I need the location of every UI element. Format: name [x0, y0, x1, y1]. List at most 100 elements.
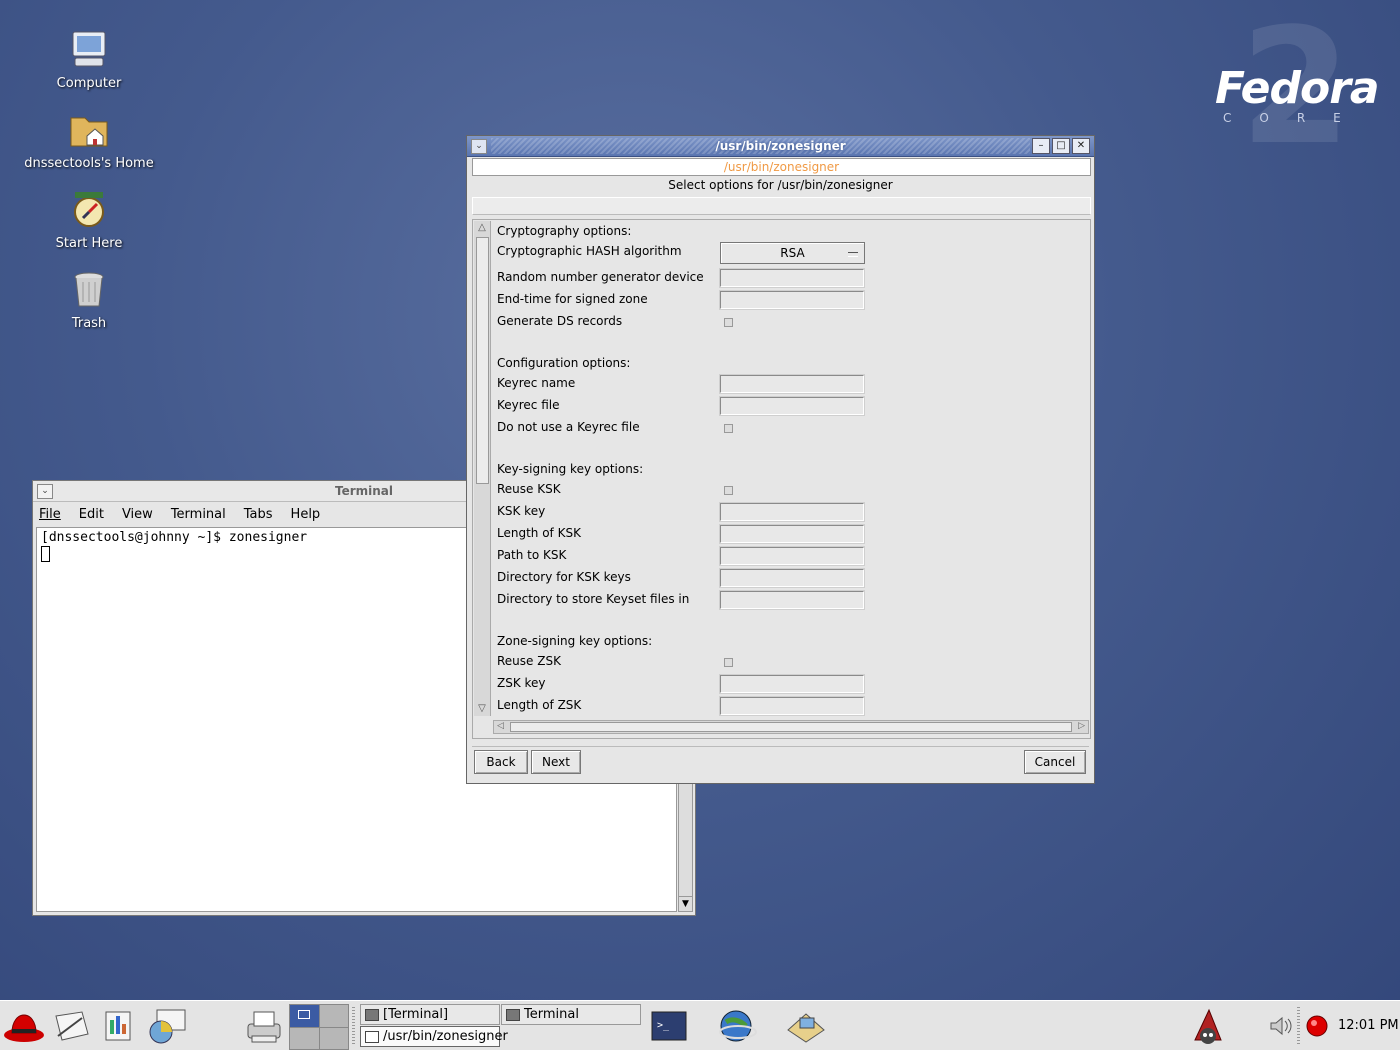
menu-view[interactable]: View [122, 507, 153, 522]
menu-terminal[interactable]: Terminal [171, 507, 226, 522]
reuse-ksk-label: Reuse KSK [497, 482, 561, 496]
workspace-2[interactable] [319, 1005, 348, 1027]
keyset-dir-input[interactable] [719, 590, 865, 610]
hash-algorithm-select[interactable]: RSA [720, 242, 865, 264]
endtime-input[interactable] [719, 290, 865, 310]
reuse-ksk-checkbox[interactable] [724, 486, 733, 495]
gen-ds-checkbox[interactable] [724, 318, 733, 327]
window-icon [365, 1031, 379, 1043]
options-horizontal-scrollbar[interactable]: ◁ ▷ [493, 720, 1089, 734]
chevron-down-icon [848, 252, 858, 257]
desktop-icon-label: Trash [71, 316, 107, 331]
fedora-logo: 2 Fedora CORE [1215, 0, 1380, 180]
taskbar-item-zonesigner[interactable]: /usr/bin/zonesigner [360, 1026, 508, 1047]
no-keyrec-checkbox[interactable] [724, 424, 733, 433]
dialog-heading: Select options for /usr/bin/zonesigner [668, 178, 893, 192]
menu-help[interactable]: Help [291, 507, 321, 522]
zsk-key-label: ZSK key [497, 676, 546, 690]
menu-edit[interactable]: Edit [79, 507, 104, 522]
dialog-titlebar[interactable]: ⌄ /usr/bin/zonesigner – □ ✕ [467, 136, 1094, 157]
dialog-spacer [472, 197, 1091, 215]
hash-label: Cryptographic HASH algorithm [497, 244, 682, 258]
scroll-left-arrow-icon[interactable]: ◁ [497, 721, 504, 731]
taskbar-item-label: [Terminal] [383, 1007, 449, 1022]
workspace-switcher[interactable] [289, 1004, 349, 1050]
terminal-icon [506, 1009, 520, 1021]
bottom-panel: [Terminal] Terminal /usr/bin/zonesigner … [0, 1000, 1400, 1050]
minimize-icon[interactable]: – [1032, 138, 1050, 154]
ksk-key-input[interactable] [719, 502, 865, 522]
desktop-icon-computer[interactable]: Computer [9, 28, 169, 91]
scroll-thumb[interactable] [510, 722, 1072, 732]
terminal-launcher-icon[interactable]: >_ [650, 1006, 688, 1046]
taskbar-item-terminal-minimized[interactable]: [Terminal] [360, 1004, 500, 1025]
scroll-up-arrow-icon[interactable]: △ [474, 221, 490, 235]
workspace-4[interactable] [319, 1027, 348, 1049]
desktop-icon-label: Computer [56, 76, 122, 91]
keyrec-file-label: Keyrec file [497, 398, 560, 412]
desktop-icon-label: Start Here [55, 236, 123, 251]
zsk-length-label: Length of ZSK [497, 698, 582, 712]
workspace-1[interactable] [290, 1005, 319, 1027]
cancel-button[interactable]: Cancel [1024, 750, 1086, 774]
update-agent-icon[interactable] [1187, 1006, 1229, 1048]
endtime-label: End-time for signed zone [497, 292, 648, 306]
taskbar-item-label: Terminal [524, 1007, 579, 1022]
printer-icon[interactable] [244, 1006, 284, 1046]
ksk-dir-input[interactable] [719, 568, 865, 588]
presentation-icon[interactable] [145, 1006, 189, 1046]
menu-tabs[interactable]: Tabs [244, 507, 273, 522]
office-document-icon[interactable] [100, 1006, 138, 1046]
redhat-menu-icon[interactable] [2, 1007, 46, 1045]
keyset-dir-label: Directory to store Keyset files in [497, 592, 690, 606]
scroll-thumb[interactable] [476, 237, 489, 484]
zsk-section-header: Zone-signing key options: [497, 634, 653, 648]
panel-clock[interactable]: 12:01 PM [1338, 1018, 1399, 1033]
terminal-cursor [41, 546, 50, 562]
scroll-down-arrow-icon[interactable]: ▼ [679, 896, 692, 911]
desktop-icon-home[interactable]: dnssectools's Home [9, 108, 169, 171]
terminal-icon [365, 1009, 379, 1021]
svg-text:>_: >_ [657, 1020, 670, 1031]
hash-value: RSA [780, 246, 805, 260]
image-viewer-icon[interactable] [784, 1006, 828, 1046]
taskbar-item-label: /usr/bin/zonesigner [383, 1029, 508, 1044]
close-icon[interactable]: ✕ [1072, 138, 1090, 154]
random-device-input[interactable] [719, 268, 865, 288]
menu-file[interactable]: File [39, 507, 61, 522]
scroll-down-arrow-icon[interactable]: ▽ [474, 702, 490, 716]
scroll-right-arrow-icon[interactable]: ▷ [1078, 721, 1085, 731]
ksk-section-header: Key-signing key options: [497, 462, 644, 476]
zsk-length-input[interactable] [719, 696, 865, 716]
desktop-icon-label: dnssectools's Home [24, 156, 154, 171]
desktop-icon-start-here[interactable]: Start Here [9, 188, 169, 251]
zonesigner-dialog[interactable]: ⌄ /usr/bin/zonesigner – □ ✕ /usr/bin/zon… [466, 135, 1095, 784]
ksk-dir-label: Directory for KSK keys [497, 570, 631, 584]
volume-icon[interactable] [1269, 1016, 1293, 1036]
no-keyrec-label: Do not use a Keyrec file [497, 420, 640, 434]
computer-icon [72, 31, 106, 67]
back-button[interactable]: Back [474, 750, 528, 774]
reuse-zsk-label: Reuse ZSK [497, 654, 561, 668]
zsk-key-input[interactable] [719, 674, 865, 694]
options-vertical-scrollbar[interactable]: △ ▽ [474, 221, 491, 716]
taskbar-item-terminal[interactable]: Terminal [501, 1004, 641, 1025]
panel-drag-handle[interactable] [1297, 1007, 1300, 1045]
web-browser-icon[interactable] [716, 1006, 758, 1046]
status-alert-icon[interactable] [1305, 1014, 1329, 1038]
keyrec-name-label: Keyrec name [497, 376, 576, 390]
random-device-label: Random number generator device [497, 270, 704, 284]
workspace-3[interactable] [290, 1027, 319, 1049]
mail-icon[interactable] [52, 1006, 92, 1046]
desktop-icon-trash[interactable]: Trash [9, 268, 169, 331]
crypto-section-header: Cryptography options: [497, 224, 632, 238]
panel-drag-handle[interactable] [352, 1007, 355, 1045]
start-here-icon [74, 192, 104, 227]
maximize-icon[interactable]: □ [1052, 138, 1070, 154]
keyrec-name-input[interactable] [719, 374, 865, 394]
next-button[interactable]: Next [531, 750, 581, 774]
ksk-length-input[interactable] [719, 524, 865, 544]
keyrec-file-input[interactable] [719, 396, 865, 416]
ksk-path-input[interactable] [719, 546, 865, 566]
reuse-zsk-checkbox[interactable] [724, 658, 733, 667]
